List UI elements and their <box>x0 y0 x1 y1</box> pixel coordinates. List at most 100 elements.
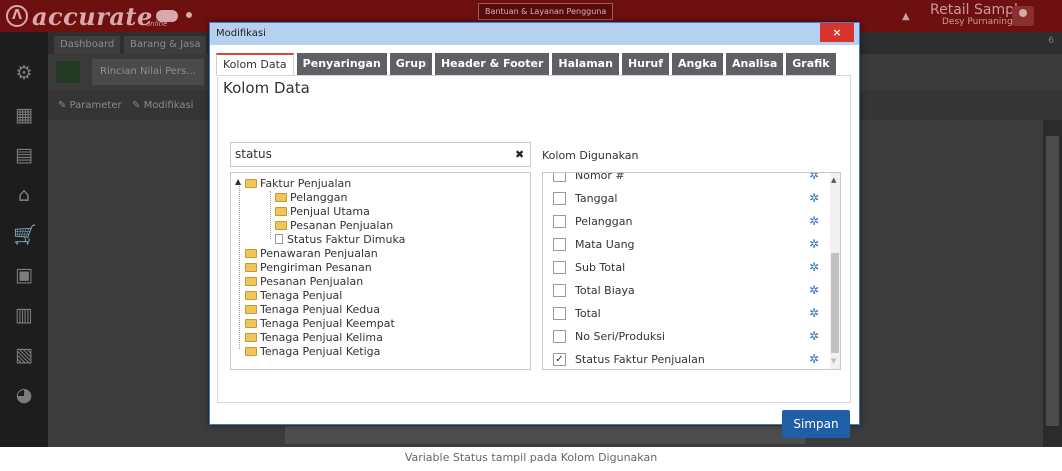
folder-icon <box>245 291 257 300</box>
tree-guide <box>270 191 271 239</box>
folder-icon <box>245 263 257 272</box>
used-list-scroll-thumb[interactable] <box>831 253 839 353</box>
parameter-label: Parameter <box>69 100 122 111</box>
column-checkbox[interactable] <box>553 284 566 297</box>
used-column-row[interactable]: No Seri/Produksi ✲ <box>543 325 828 348</box>
panel-title[interactable]: Rincian Nilai Pers... <box>92 59 204 85</box>
tab-grup[interactable]: Grup <box>389 53 432 75</box>
close-button[interactable]: × <box>820 23 854 42</box>
gear-icon[interactable]: ✲ <box>809 279 819 302</box>
tree-node[interactable]: Pelanggan <box>275 191 347 205</box>
used-column-row[interactable]: Mata Uang ✲ <box>543 233 828 256</box>
home-icon[interactable]: ⌂ <box>13 184 35 206</box>
modify-button[interactable]: ✎ Modifikasi <box>132 100 193 111</box>
tab-halaman[interactable]: Halaman <box>552 53 619 75</box>
tree-node[interactable]: Penjual Utama <box>275 205 370 219</box>
column-checkbox-checked[interactable]: ✓ <box>553 353 566 366</box>
column-checkbox[interactable] <box>553 192 566 205</box>
search-input[interactable]: status <box>230 142 531 167</box>
settings-icon[interactable]: ⚙ <box>13 62 35 84</box>
folder-icon <box>275 207 287 216</box>
tree-node-label: Status Faktur Dimuka <box>287 233 406 246</box>
gear-icon[interactable]: ✲ <box>809 302 819 325</box>
tab-count[interactable]: 6 <box>1048 36 1054 46</box>
gear-icon[interactable]: ✲ <box>809 325 819 348</box>
image-caption: Variable Status tampil pada Kolom Diguna… <box>0 447 1062 471</box>
modify-dialog: Modifikasi × Kolom Data Penyaringan Grup… <box>209 22 860 438</box>
horizontal-scrollbar[interactable] <box>285 426 805 444</box>
gear-icon[interactable]: ✲ <box>809 348 819 369</box>
tree-node[interactable]: Tenaga Penjual Kelima <box>245 331 383 345</box>
column-checkbox[interactable] <box>553 330 566 343</box>
tree-node[interactable]: Tenaga Penjual <box>245 289 342 303</box>
tree-node-label: Tenaga Penjual Kedua <box>260 303 380 316</box>
column-label: Total Biaya <box>575 284 635 297</box>
expand-icon[interactable]: ▲ <box>235 177 241 186</box>
gear-icon[interactable]: ✲ <box>809 256 819 279</box>
tab-barang-jasa[interactable]: Barang & Jasa <box>124 36 207 54</box>
avatar[interactable] <box>1012 6 1034 26</box>
tab-kolom-data[interactable]: Kolom Data <box>216 53 294 75</box>
tree-node[interactable]: Pengiriman Pesanan <box>245 261 372 275</box>
used-column-row[interactable]: Tanggal ✲ <box>543 187 828 210</box>
column-checkbox[interactable] <box>553 215 566 228</box>
ledger-icon[interactable]: ▤ <box>13 144 35 166</box>
gear-icon[interactable]: ✲ <box>809 173 819 187</box>
bell-icon[interactable]: ▲ <box>902 11 910 22</box>
tree-node-label: Penjual Utama <box>290 205 370 218</box>
column-label: Status Faktur Penjualan <box>575 353 705 366</box>
calculator-icon[interactable]: ▥ <box>13 304 35 326</box>
column-label: Sub Total <box>575 261 626 274</box>
apps-grid-icon[interactable]: ▦ <box>13 104 35 126</box>
available-columns-tree: ▲ Faktur Penjualan Pelanggan Penjual Uta… <box>230 172 531 370</box>
tab-angka[interactable]: Angka <box>672 53 723 75</box>
used-column-row[interactable]: Total Biaya ✲ <box>543 279 828 302</box>
used-column-row[interactable]: Sub Total ✲ <box>543 256 828 279</box>
tab-dashboard[interactable]: Dashboard <box>54 36 121 54</box>
tree-node[interactable]: Tenaga Penjual Keempat <box>245 317 395 331</box>
help-button[interactable]: Bantuan & Layanan Pengguna <box>478 3 614 20</box>
menu-dot-icon[interactable] <box>186 12 192 18</box>
column-label: Tanggal <box>575 192 618 205</box>
column-checkbox[interactable] <box>553 173 566 182</box>
cart-icon[interactable]: 🛒 <box>13 224 37 246</box>
used-column-row[interactable]: Nomor # ✲ <box>543 173 828 187</box>
tree-node-label: Faktur Penjualan <box>260 177 352 190</box>
tree-node[interactable]: Status Faktur Dimuka <box>275 233 405 247</box>
tree-node[interactable]: Tenaga Penjual Ketiga <box>245 345 380 359</box>
column-checkbox[interactable] <box>553 261 566 274</box>
tab-penyaringan[interactable]: Penyaringan <box>296 53 387 75</box>
save-button[interactable]: Simpan <box>782 410 850 438</box>
used-columns-title: Kolom Digunakan <box>542 149 639 162</box>
gear-icon[interactable]: ✲ <box>809 187 819 210</box>
tree-node[interactable]: Penawaran Penjualan <box>245 247 378 261</box>
tree-node[interactable]: Faktur Penjualan <box>245 177 351 191</box>
tree-node-label: Pelanggan <box>290 191 348 204</box>
tree-node-label: Pesanan Penjualan <box>260 275 364 288</box>
scroll-up-icon[interactable]: ▲ <box>831 176 836 184</box>
tab-analisa[interactable]: Analisa <box>726 53 784 75</box>
scroll-down-icon[interactable]: ▼ <box>831 357 836 365</box>
tab-huruf[interactable]: Huruf <box>621 53 670 75</box>
column-checkbox[interactable] <box>553 307 566 320</box>
report-chart-icon[interactable]: ◕ <box>13 384 35 406</box>
parameter-button[interactable]: ✎ Parameter <box>58 100 122 111</box>
tree-node[interactable]: Pesanan Penjualan <box>245 275 363 289</box>
used-column-row[interactable]: ✓ Status Faktur Penjualan ✲ <box>543 348 828 369</box>
gear-icon[interactable]: ✲ <box>809 210 819 233</box>
used-column-row[interactable]: Total ✲ <box>543 302 828 325</box>
clear-search-icon[interactable]: ✖ <box>515 148 524 161</box>
scroll-thumb[interactable] <box>1046 136 1059 426</box>
folder-icon <box>245 277 257 286</box>
gear-icon[interactable]: ✲ <box>809 233 819 256</box>
tab-grafik[interactable]: Grafik <box>786 53 836 75</box>
column-checkbox[interactable] <box>553 238 566 251</box>
shopping-bag-icon[interactable]: ▣ <box>13 264 35 286</box>
used-column-row[interactable]: Pelanggan ✲ <box>543 210 828 233</box>
tree-node[interactable]: Pesanan Penjualan <box>275 219 393 233</box>
folder-icon <box>275 221 287 230</box>
folder-icon <box>275 193 287 202</box>
inventory-icon[interactable]: ▧ <box>13 344 35 366</box>
tab-header-footer[interactable]: Header & Footer <box>434 53 550 75</box>
tree-node[interactable]: Tenaga Penjual Kedua <box>245 303 380 317</box>
